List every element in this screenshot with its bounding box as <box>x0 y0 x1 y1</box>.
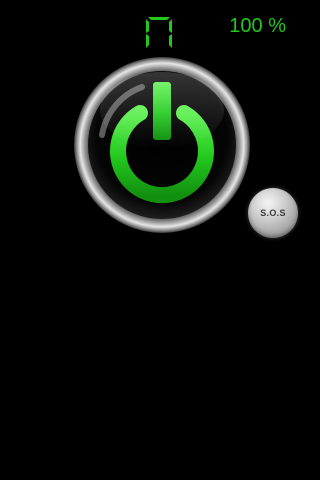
sos-button[interactable]: S.O.S <box>248 188 298 238</box>
battery-percentage: 100 % <box>229 15 286 37</box>
power-button[interactable] <box>72 55 252 235</box>
sos-label: S.O.S <box>260 208 286 218</box>
level-indicator-icon <box>144 16 174 50</box>
